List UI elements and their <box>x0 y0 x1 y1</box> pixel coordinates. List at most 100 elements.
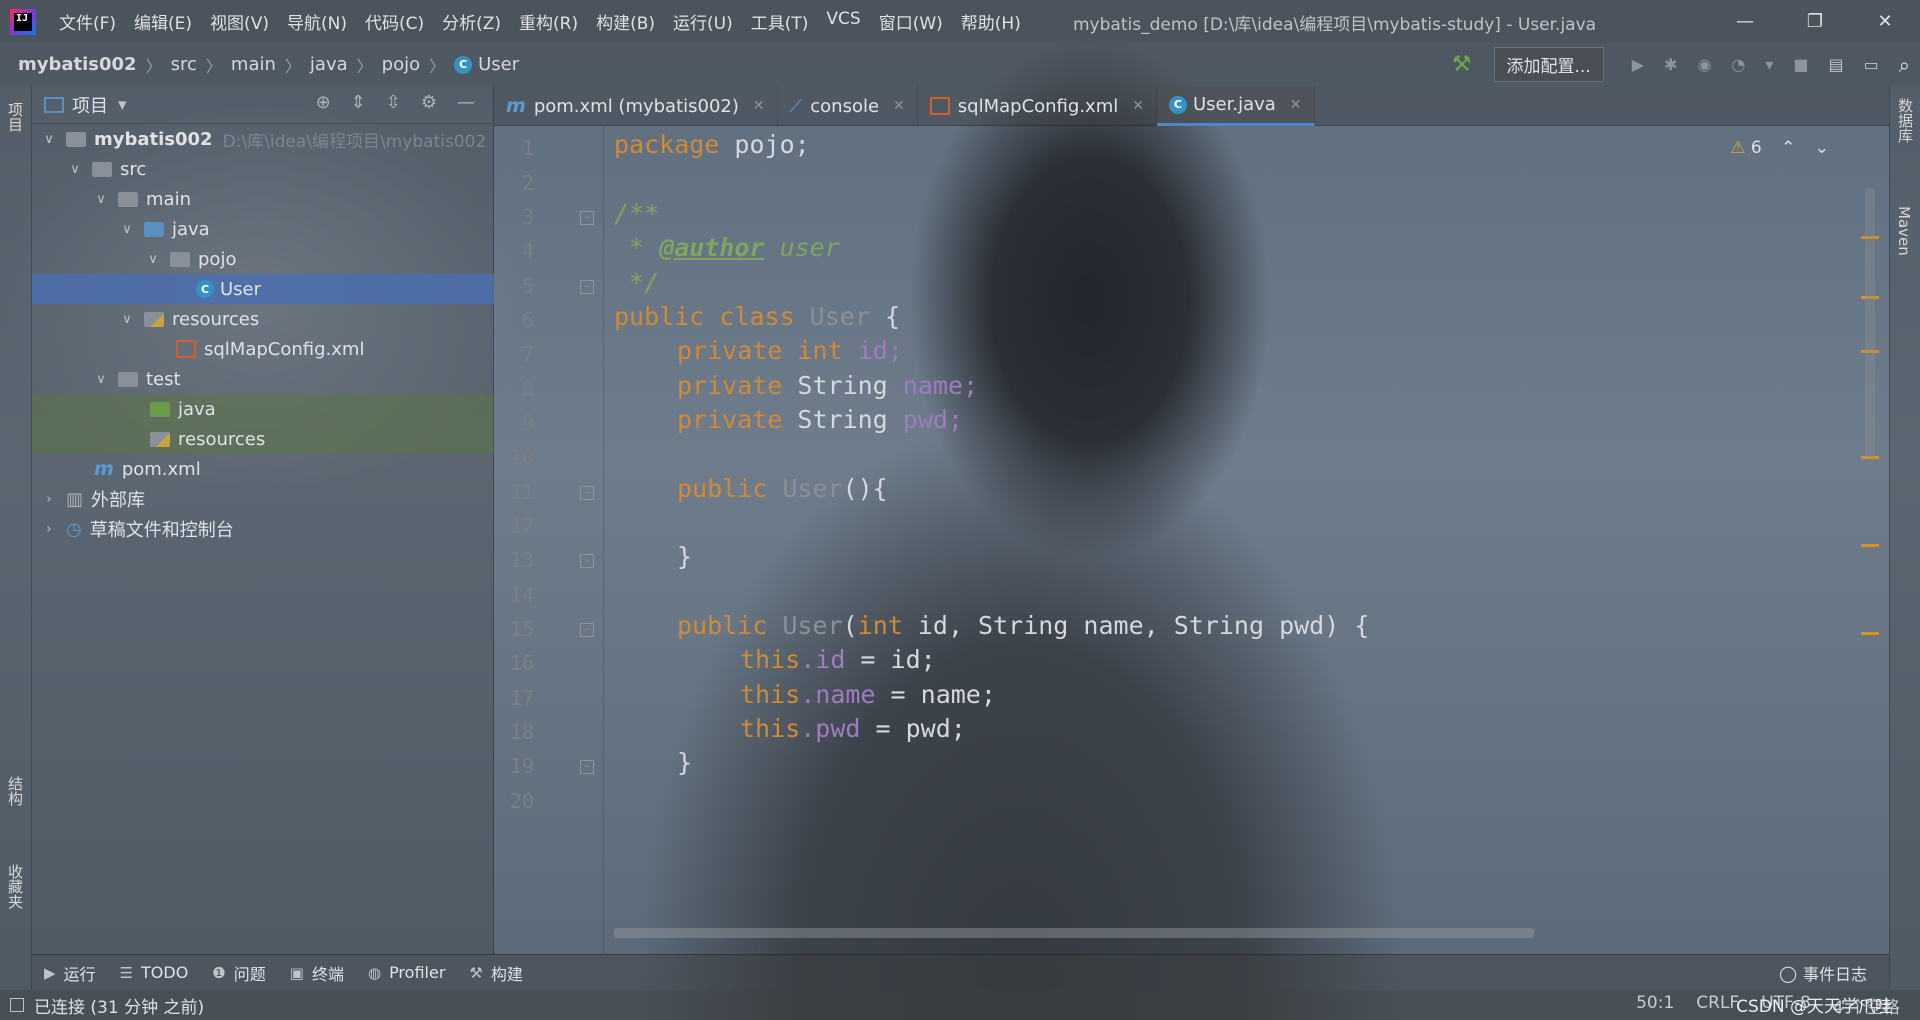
presentation-icon[interactable]: ▭ <box>1864 55 1879 74</box>
tab-user-java[interactable]: C User.java ✕ <box>1156 86 1315 126</box>
chevron-down-icon[interactable]: ∨ <box>92 192 110 207</box>
menu-file[interactable]: 文件(F) <box>50 9 125 34</box>
tree-item-mybatis002[interactable]: ∨ mybatis002 D:\库\idea\编程项目\mybatis002 <box>32 124 494 154</box>
menu-help[interactable]: 帮助(H) <box>952 9 1030 34</box>
caret-position[interactable]: 50:1 <box>1636 993 1674 1018</box>
tool-run[interactable]: ▶ 运行 <box>44 961 96 985</box>
menu-analyze[interactable]: 分析(Z) <box>433 9 510 34</box>
fold-marker-icon[interactable]: − <box>580 760 594 774</box>
maven-tool-tab[interactable]: Maven <box>1895 206 1913 256</box>
close-icon[interactable]: ✕ <box>1290 97 1302 113</box>
tree-item-src[interactable]: ∨ src <box>32 154 494 184</box>
tab-console[interactable]: ⟋ console ✕ <box>778 86 918 126</box>
warning-mark[interactable] <box>1861 544 1879 547</box>
expand-all-icon[interactable]: ⇕ <box>351 92 366 113</box>
breadcrumb-user[interactable]: User <box>478 54 519 75</box>
chevron-down-icon[interactable]: ⌄ <box>1815 138 1829 158</box>
chevron-down-icon[interactable]: ∨ <box>66 162 84 177</box>
database-tool-tab[interactable]: 数据库 <box>1895 98 1916 143</box>
menu-run[interactable]: 运行(U) <box>664 9 742 34</box>
chevron-down-icon[interactable]: ∨ <box>40 132 58 147</box>
chevron-up-icon[interactable]: ⌃ <box>1781 138 1795 158</box>
tree-item-pom[interactable]: m pom.xml <box>32 454 494 484</box>
chevron-down-icon[interactable]: ∨ <box>144 252 162 267</box>
menu-build[interactable]: 构建(B) <box>587 9 664 34</box>
menu-tools[interactable]: 工具(T) <box>742 9 818 34</box>
close-icon[interactable]: ✕ <box>1132 98 1144 114</box>
menu-refactor[interactable]: 重构(R) <box>510 9 587 34</box>
minimize-button[interactable]: — <box>1710 0 1780 43</box>
stop-icon[interactable]: ■ <box>1793 55 1808 74</box>
horizontal-scrollbar[interactable] <box>614 928 1534 938</box>
fold-marker-icon[interactable]: − <box>580 211 594 225</box>
tree-item-external-libs[interactable]: › ▥ 外部库 <box>32 484 494 514</box>
run-icon[interactable]: ▶ <box>1632 55 1644 74</box>
close-icon[interactable]: ✕ <box>753 98 765 114</box>
tree-item-main[interactable]: ∨ main <box>32 184 494 214</box>
tree-item-test-java[interactable]: java <box>32 394 494 424</box>
inspection-widget[interactable]: ⚠ 6 ⌃ ⌄ <box>1730 138 1829 158</box>
build-hammer-icon[interactable]: ⚒ <box>1452 52 1472 77</box>
fold-marker-icon[interactable]: − <box>580 623 594 637</box>
hide-icon[interactable]: — <box>457 92 475 113</box>
tab-pom-xml[interactable]: m pom.xml (mybatis002) ✕ <box>494 86 778 126</box>
tool-terminal[interactable]: ▣ 终端 <box>290 961 344 985</box>
debug-icon[interactable]: ✱ <box>1664 55 1677 74</box>
line-number: 3 <box>521 205 534 229</box>
menu-edit[interactable]: 编辑(E) <box>125 9 201 34</box>
project-panel-title[interactable]: 项目 <box>72 92 108 118</box>
gear-icon[interactable]: ⚙ <box>421 92 437 113</box>
tree-item-pojo[interactable]: ∨ pojo <box>32 244 494 274</box>
menu-vcs[interactable]: VCS <box>817 9 869 34</box>
add-configuration-button[interactable]: 添加配置... <box>1493 47 1604 82</box>
chevron-down-icon[interactable]: ∨ <box>118 312 136 327</box>
project-tool-tab[interactable]: 项目 <box>3 98 28 136</box>
layout-toggle-icon[interactable] <box>10 998 24 1012</box>
profile-icon[interactable]: ◔ <box>1731 55 1745 74</box>
fold-marker-icon[interactable]: − <box>580 280 594 294</box>
tree-item-test[interactable]: ∨ test <box>32 364 494 394</box>
tree-item-scratches[interactable]: › ◷ 草稿文件和控制台 <box>32 514 494 544</box>
menu-navigate[interactable]: 导航(N) <box>278 9 356 34</box>
chevron-down-icon[interactable]: ▾ <box>118 95 127 115</box>
warning-mark[interactable] <box>1861 632 1879 635</box>
line-separator[interactable]: CRLF <box>1696 993 1739 1018</box>
search-icon[interactable]: ⌕ <box>1899 53 1910 77</box>
tool-todo[interactable]: ☰ TODO <box>120 963 189 982</box>
chevron-right-icon[interactable]: › <box>40 522 58 537</box>
tool-problems[interactable]: ❶ 问题 <box>212 961 265 985</box>
breadcrumb-main[interactable]: main <box>231 54 276 75</box>
tree-item-sqlmapconfig[interactable]: sqlMapConfig.xml <box>32 334 494 364</box>
event-log-button[interactable]: ◯ 事件日志 <box>1779 955 1867 991</box>
breadcrumb-src[interactable]: src <box>171 54 197 75</box>
vertical-scrollbar[interactable] <box>1865 188 1875 458</box>
chevron-down-icon[interactable]: ∨ <box>92 372 110 387</box>
locate-icon[interactable]: ⊕ <box>316 92 331 113</box>
chevron-right-icon[interactable]: › <box>40 492 58 507</box>
restore-button[interactable]: ❐ <box>1780 0 1850 43</box>
breadcrumb-java[interactable]: java <box>310 54 348 75</box>
menu-window[interactable]: 窗口(W) <box>870 9 952 34</box>
collapse-all-icon[interactable]: ⇳ <box>386 92 401 113</box>
tab-sqlmapconfig[interactable]: sqlMapConfig.xml ✕ <box>918 86 1157 126</box>
more-dropdown-icon[interactable]: ▾ <box>1765 55 1773 74</box>
coverage-icon[interactable]: ◉ <box>1697 55 1711 74</box>
breadcrumb-pojo[interactable]: pojo <box>382 54 420 75</box>
close-button[interactable]: ✕ <box>1850 0 1920 43</box>
structure-tool-tab[interactable]: 结构 <box>5 776 26 806</box>
close-icon[interactable]: ✕ <box>893 98 905 114</box>
breadcrumb-project[interactable]: mybatis002 <box>18 54 137 75</box>
tree-item-java[interactable]: ∨ java <box>32 214 494 244</box>
fold-marker-icon[interactable]: − <box>580 486 594 500</box>
menu-view[interactable]: 视图(V) <box>201 9 278 34</box>
tree-item-user[interactable]: C User <box>32 274 494 304</box>
tree-item-test-resources[interactable]: resources <box>32 424 494 454</box>
tool-build[interactable]: ⚒ 构建 <box>469 961 522 985</box>
fold-marker-icon[interactable]: − <box>580 554 594 568</box>
project-structure-icon[interactable]: ▤ <box>1829 55 1844 74</box>
chevron-down-icon[interactable]: ∨ <box>118 222 136 237</box>
tool-profiler[interactable]: ◍ Profiler <box>368 963 445 982</box>
favorites-tool-tab[interactable]: 收藏夹 <box>5 864 26 909</box>
menu-code[interactable]: 代码(C) <box>356 9 433 34</box>
tree-item-resources[interactable]: ∨ resources <box>32 304 494 334</box>
